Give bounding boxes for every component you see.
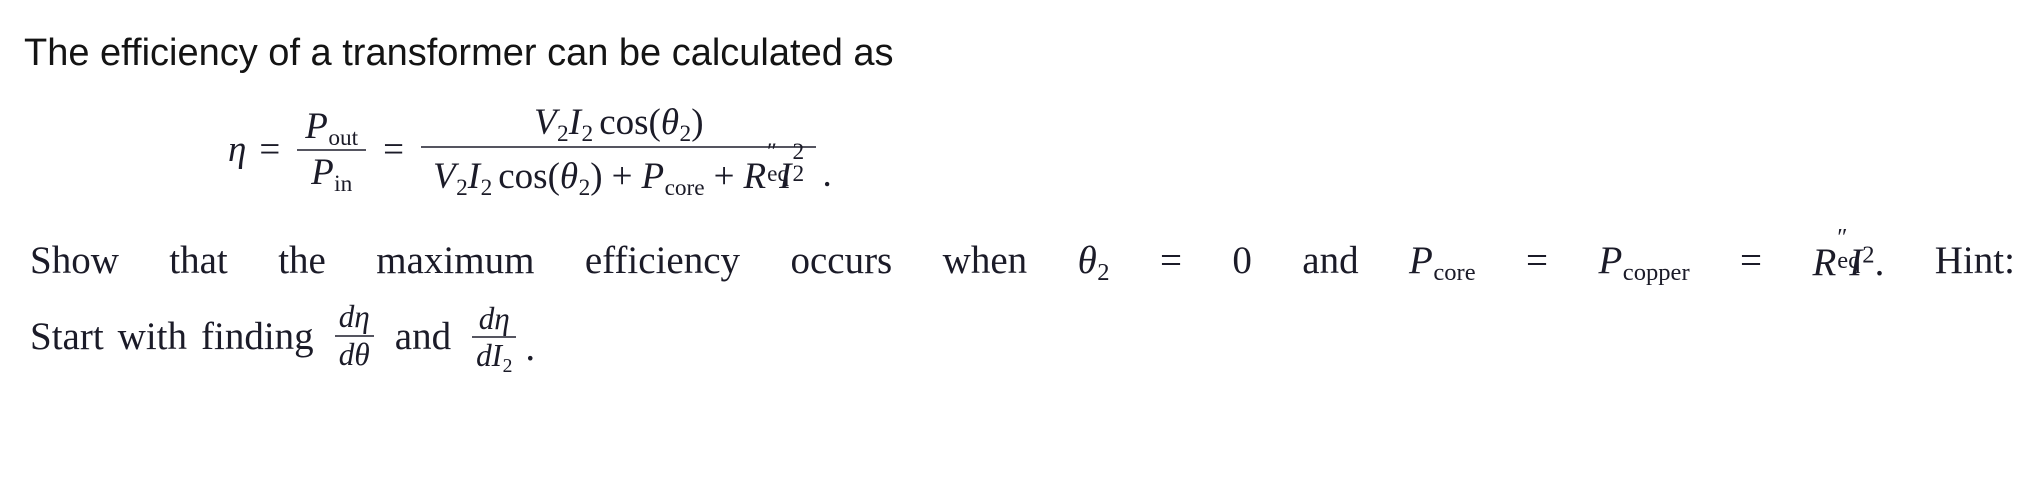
theta2-subscript: 2 <box>1097 258 1110 286</box>
word-that: that <box>169 238 228 282</box>
p-in-subscript: in <box>334 170 353 197</box>
p-out-base: P <box>305 106 328 147</box>
p-core-base: P <box>641 155 665 197</box>
eta-symbol: η <box>228 129 247 171</box>
d-symbol-3: d <box>478 300 495 336</box>
intro-sentence: The efficiency of a transformer can be c… <box>24 32 894 74</box>
word-when: when <box>942 238 1028 282</box>
plus-sign-1: + <box>611 155 633 197</box>
plus-sign-2: + <box>713 155 735 197</box>
pout-over-pin-fraction: Pout Pin <box>297 105 367 196</box>
theta-condition: θ2 <box>1077 238 1110 286</box>
d-symbol-4: d <box>476 338 492 374</box>
v2-base-num: V <box>533 102 557 143</box>
deta-numerator-1: dη <box>335 299 374 335</box>
sentence-period: . <box>1874 240 1885 284</box>
p-core-subscript-2: core <box>1433 258 1476 286</box>
i2-subscript-den: 2 <box>480 174 493 201</box>
r-eq-subscript-2: eq <box>1837 246 1861 274</box>
i2-subscript: 2 <box>792 160 805 187</box>
equals-sign-5: = <box>1740 238 1763 282</box>
di2-denominator: dI2 <box>472 338 516 378</box>
p-copper-term: Pcopper <box>1598 238 1690 286</box>
theta-symbol-2: θ <box>354 337 370 372</box>
p-core-subscript: core <box>664 174 705 201</box>
problem-line-2: Start with finding dη dθ and dη dI2 . <box>30 298 670 378</box>
problem-statement: Show that the maximum efficiency occurs … <box>30 222 2015 378</box>
main-fraction-group: V2I2 cos(θ2) V2I2 cos(θ2) + Pcore + R ″ eq I 2 2 . <box>417 100 832 200</box>
word-finding: finding <box>201 314 314 358</box>
open-paren-num: ( <box>648 102 661 143</box>
open-paren-den: ( <box>547 155 560 197</box>
hint-label: Hint: <box>1934 238 2015 282</box>
eta-symbol-1: η <box>354 299 370 335</box>
equals-sign-4: = <box>1526 238 1549 282</box>
word-occurs: occurs <box>790 238 893 282</box>
efficiency-equation: η = Pout Pin = V2I2 cos(θ2) V2I2 cos(θ2) + P… <box>228 100 832 200</box>
close-paren-num: ) <box>691 102 704 143</box>
final-period: . <box>525 326 536 369</box>
word-show: Show <box>30 238 119 282</box>
i2-subscript-num: 2 <box>581 120 594 147</box>
cos-operator-num: cos <box>599 102 649 143</box>
p-core-term: Pcore <box>1409 238 1476 286</box>
deta-numerator-2: dη <box>475 301 514 337</box>
problem-line-1: Show that the maximum efficiency occurs … <box>30 222 2015 298</box>
efficiency-main-fraction: V2I2 cos(θ2) V2I2 cos(θ2) + Pcore + R ″ eq I 2 2 <box>421 100 817 201</box>
equals-sign-1: = <box>259 129 281 171</box>
i2-base-den: I <box>467 155 481 197</box>
i2-base-num: I <box>568 102 582 143</box>
dtheta-denominator: dθ <box>335 337 374 373</box>
theta-subscript-den: 2 <box>578 174 591 201</box>
p-out-subscript: out <box>328 124 359 151</box>
word-efficiency: efficiency <box>584 238 741 282</box>
r-eq-subscript: eq <box>767 160 790 187</box>
theta-base-num: θ <box>660 102 680 143</box>
p-in-base: P <box>311 151 334 193</box>
close-paren-den: ) <box>590 155 603 197</box>
word-start: Start <box>30 314 104 358</box>
v2-base-den: V <box>433 155 456 197</box>
cos-operator-den: cos <box>498 155 548 197</box>
deta-dtheta-fraction: dη dθ <box>334 299 374 373</box>
eta-symbol-2: η <box>494 300 510 336</box>
p-core-base-2: P <box>1409 238 1433 282</box>
i-exponent-2: 2 <box>1862 241 1875 269</box>
word-and: and <box>1302 238 1359 282</box>
word-with: with <box>117 314 188 358</box>
equals-sign-3: = <box>1159 238 1182 282</box>
i-symbol-3: I <box>491 338 503 374</box>
zero-value: 0 <box>1232 238 1252 282</box>
d-symbol-2: d <box>338 337 355 372</box>
equals-sign-2: = <box>383 129 404 171</box>
word-maximum: maximum <box>376 238 535 282</box>
main-fraction-denominator: V2I2 cos(θ2) + Pcore + R ″ eq I 2 2 <box>421 139 816 201</box>
p-copper-base: P <box>1598 238 1623 282</box>
r-eq-i-squared-term: R ″ eq I2. <box>1812 224 1885 285</box>
word-the: the <box>278 238 326 282</box>
i-subscript-3: 2 <box>502 355 513 378</box>
fraction-denominator: Pin <box>303 151 360 195</box>
r-eq-base-2: R <box>1812 240 1837 284</box>
v2-subscript-den: 2 <box>456 174 468 201</box>
deta-di2-fraction: dη dI2 <box>472 301 517 378</box>
r-eq-base: R <box>743 155 767 197</box>
v2-subscript-num: 2 <box>557 120 569 147</box>
theta2-base: θ <box>1077 238 1097 282</box>
deta-di2-group: dη dI2 . <box>465 298 536 378</box>
theta-base-den: θ <box>559 155 579 197</box>
p-copper-subscript: copper <box>1622 258 1690 286</box>
fraction-numerator: Pout <box>297 105 366 151</box>
word-and-2: and <box>394 314 452 358</box>
d-symbol-1: d <box>338 299 355 335</box>
main-fraction-numerator: V2I2 cos(θ2) <box>522 100 716 146</box>
theta-subscript-num: 2 <box>679 120 692 147</box>
equation-period: . <box>822 153 832 195</box>
